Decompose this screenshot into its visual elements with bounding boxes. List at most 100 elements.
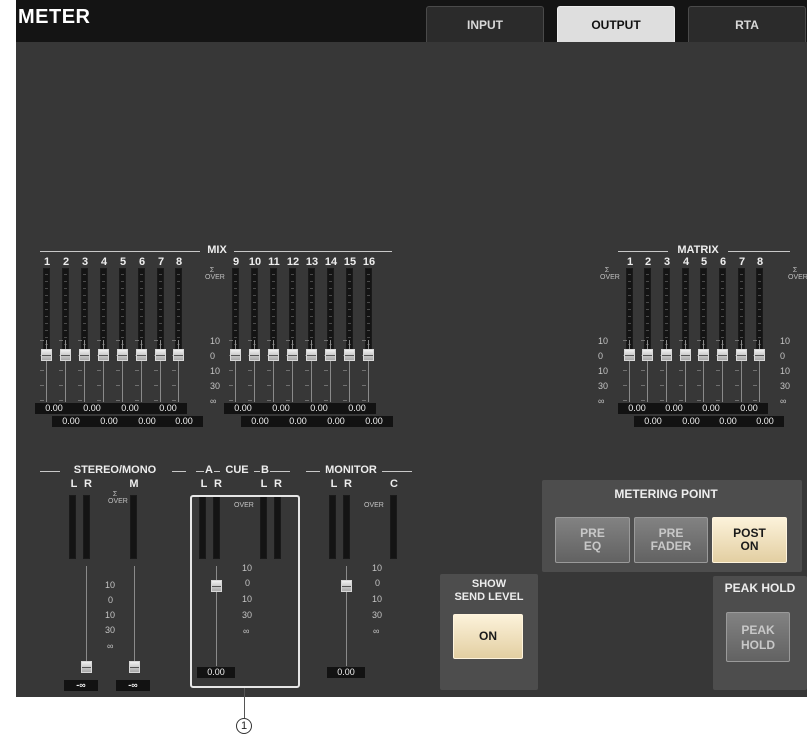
monitor-fader[interactable] (341, 580, 352, 592)
scale-label: 10 (210, 366, 221, 376)
over-label: OVER (364, 502, 384, 509)
pre-fader-button[interactable]: PRE FADER (634, 517, 708, 563)
peak-hold-button[interactable]: PEAK HOLD (726, 612, 790, 662)
channel-number: 14 (324, 256, 338, 268)
level-meter (308, 268, 315, 351)
button-label: PRE (658, 526, 684, 540)
scale-tick (343, 400, 347, 401)
callout-number: 1 (236, 718, 252, 734)
divider (382, 471, 412, 472)
send-fader[interactable] (98, 349, 109, 361)
button-label: PEAK (741, 623, 775, 637)
show-send-level-title-1: SHOW (471, 578, 507, 590)
channel-label: R (84, 478, 92, 490)
send-fader[interactable] (680, 349, 691, 361)
send-fader[interactable] (325, 349, 336, 361)
send-fader[interactable] (344, 349, 355, 361)
scale-tick (40, 385, 44, 386)
send-fader[interactable] (230, 349, 241, 361)
scale-10: 10 (372, 563, 383, 573)
send-level-value: 0.00 (730, 403, 768, 414)
scale-tick (623, 400, 627, 401)
level-meter (43, 268, 50, 351)
stereo-fader[interactable] (81, 661, 92, 673)
pre-eq-button[interactable]: PRE EQ (555, 517, 630, 563)
tab-input[interactable]: INPUT (426, 6, 544, 42)
send-fader[interactable] (736, 349, 747, 361)
mix-title: MIX (207, 244, 227, 256)
level-meter (119, 268, 126, 351)
send-fader[interactable] (268, 349, 279, 361)
scale-label: 30 (598, 381, 609, 391)
level-meter (289, 268, 296, 351)
send-fader[interactable] (642, 349, 653, 361)
over-label: Σ OVER (108, 491, 128, 505)
scale-tick (154, 370, 158, 371)
scale-tick (324, 340, 328, 341)
scale-tick (324, 385, 328, 386)
channel-number: 8 (175, 256, 183, 268)
channel-number: 13 (305, 256, 319, 268)
mono-fader[interactable] (129, 661, 140, 673)
scale-tick (343, 340, 347, 341)
scale-tick (305, 340, 309, 341)
send-fader[interactable] (287, 349, 298, 361)
send-fader[interactable] (363, 349, 374, 361)
send-fader[interactable] (698, 349, 709, 361)
scale-tick (735, 385, 739, 386)
fader-track (134, 566, 135, 666)
channel-label: R (214, 478, 222, 490)
scale-tick (78, 385, 82, 386)
show-send-level-title-2: SEND LEVEL (454, 591, 524, 603)
scale-inf: ∞ (373, 626, 380, 636)
scale-tick (59, 400, 63, 401)
send-fader[interactable] (249, 349, 260, 361)
scale-tick (305, 370, 309, 371)
monitor-title: MONITOR (325, 464, 377, 476)
scale-tick (362, 385, 366, 386)
level-meter (232, 268, 239, 351)
send-fader[interactable] (624, 349, 635, 361)
channel-number: 16 (362, 256, 376, 268)
show-send-level-button[interactable]: ON (453, 614, 523, 659)
level-meter (390, 495, 397, 559)
button-label: EQ (583, 539, 602, 553)
tab-output[interactable]: OUTPUT (557, 6, 675, 42)
send-fader[interactable] (661, 349, 672, 361)
stereo-mono-title: STEREO/MONO (73, 464, 157, 476)
scale-tick (697, 385, 701, 386)
send-fader[interactable] (306, 349, 317, 361)
send-level-value: 0.00 (300, 403, 338, 414)
send-level-value: 0.00 (262, 403, 300, 414)
channel-number: 4 (682, 256, 690, 268)
send-fader[interactable] (717, 349, 728, 361)
send-fader[interactable] (41, 349, 52, 361)
divider (172, 471, 186, 472)
scale-tick (172, 370, 176, 371)
post-on-button[interactable]: POST ON (712, 517, 787, 563)
scale-tick (248, 340, 252, 341)
scale-tick (154, 400, 158, 401)
send-level-value: 0.00 (655, 403, 693, 414)
level-meter (270, 268, 277, 351)
divider (306, 471, 320, 472)
level-meter (130, 495, 137, 559)
send-fader[interactable] (754, 349, 765, 361)
channel-number: 2 (644, 256, 652, 268)
divider (270, 471, 290, 472)
tab-rta[interactable]: RTA (688, 6, 806, 42)
send-fader[interactable] (136, 349, 147, 361)
level-meter (327, 268, 334, 351)
level-meter (83, 495, 90, 559)
send-fader[interactable] (117, 349, 128, 361)
scale-tick (286, 370, 290, 371)
send-fader[interactable] (60, 349, 71, 361)
scale-tick (97, 370, 101, 371)
scale-tick (78, 370, 82, 371)
level-meter (343, 495, 350, 559)
channel-number: 5 (119, 256, 127, 268)
scale-tick (716, 370, 720, 371)
send-fader[interactable] (155, 349, 166, 361)
send-fader[interactable] (79, 349, 90, 361)
send-fader[interactable] (173, 349, 184, 361)
